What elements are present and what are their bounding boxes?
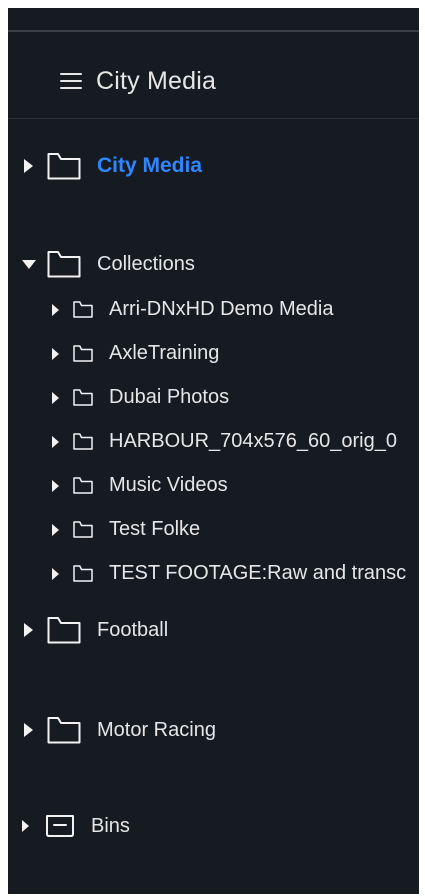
expand-caret-icon[interactable] <box>24 159 33 173</box>
folder-icon <box>73 565 93 582</box>
top-divider <box>8 30 419 32</box>
tree-item-label: Arri-DNxHD Demo Media <box>109 298 334 320</box>
tree-item-label: Collections <box>97 252 195 275</box>
tree-item-label: Motor Racing <box>97 718 216 741</box>
folder-icon <box>73 433 93 450</box>
tree-item-label: City Media <box>97 154 203 177</box>
folder-icon <box>47 617 81 644</box>
folder-icon <box>73 521 93 538</box>
folder-icon <box>73 389 93 406</box>
folder-icon <box>73 477 93 494</box>
header-title: City Media <box>96 66 217 95</box>
expand-caret-icon[interactable] <box>24 723 33 737</box>
tree-item-child[interactable]: Arri-DNxHD Demo Media <box>52 298 333 321</box>
folder-icon <box>47 251 81 278</box>
folder-icon <box>73 301 93 318</box>
tree-item-label: Dubai Photos <box>109 386 230 408</box>
expand-caret-icon[interactable] <box>52 523 59 536</box>
tree-item-label: Test Folke <box>109 518 201 540</box>
tree-item-child[interactable]: Dubai Photos <box>52 386 229 409</box>
tree-item-child[interactable]: HARBOUR_704x576_60_orig_0 <box>52 430 397 453</box>
hamburger-menu-icon[interactable] <box>60 73 82 89</box>
expand-caret-icon[interactable] <box>52 567 59 580</box>
expand-caret-icon[interactable] <box>52 435 59 448</box>
tree-item-label: Bins <box>91 814 130 837</box>
tree-item-child[interactable]: TEST FOOTAGE:Raw and transc <box>52 562 406 585</box>
tree-item-child[interactable]: Test Folke <box>52 518 200 541</box>
tree-item-collections[interactable]: Collections <box>22 250 195 278</box>
navigation-panel: City Media City Media Collections Arri-D… <box>8 8 419 894</box>
collapse-caret-icon[interactable] <box>22 259 36 269</box>
folder-icon <box>73 345 93 362</box>
tree-item-label: Music Videos <box>109 474 228 496</box>
tree-item-city-media[interactable]: City Media <box>24 152 202 180</box>
header-divider <box>8 118 419 119</box>
expand-caret-icon[interactable] <box>52 479 59 492</box>
tree-item-child[interactable]: Music Videos <box>52 474 228 497</box>
tree-item-football[interactable]: Football <box>24 616 168 644</box>
bin-icon <box>46 815 74 837</box>
panel-header[interactable]: City Media <box>60 64 216 98</box>
expand-caret-icon[interactable] <box>22 820 29 832</box>
expand-caret-icon[interactable] <box>24 623 33 637</box>
tree-item-bins[interactable]: Bins <box>22 814 130 838</box>
tree-item-child[interactable]: AxleTraining <box>52 342 219 365</box>
expand-caret-icon[interactable] <box>52 303 59 316</box>
tree-item-motor-racing[interactable]: Motor Racing <box>24 716 216 744</box>
expand-caret-icon[interactable] <box>52 391 59 404</box>
folder-icon <box>47 153 81 180</box>
folder-icon <box>47 717 81 744</box>
tree-item-label: AxleTraining <box>109 342 220 364</box>
tree-item-label: Football <box>97 618 169 641</box>
tree-item-label: HARBOUR_704x576_60_orig_0 <box>109 430 397 452</box>
tree-item-label: TEST FOOTAGE:Raw and transc <box>109 562 407 584</box>
expand-caret-icon[interactable] <box>52 347 59 360</box>
